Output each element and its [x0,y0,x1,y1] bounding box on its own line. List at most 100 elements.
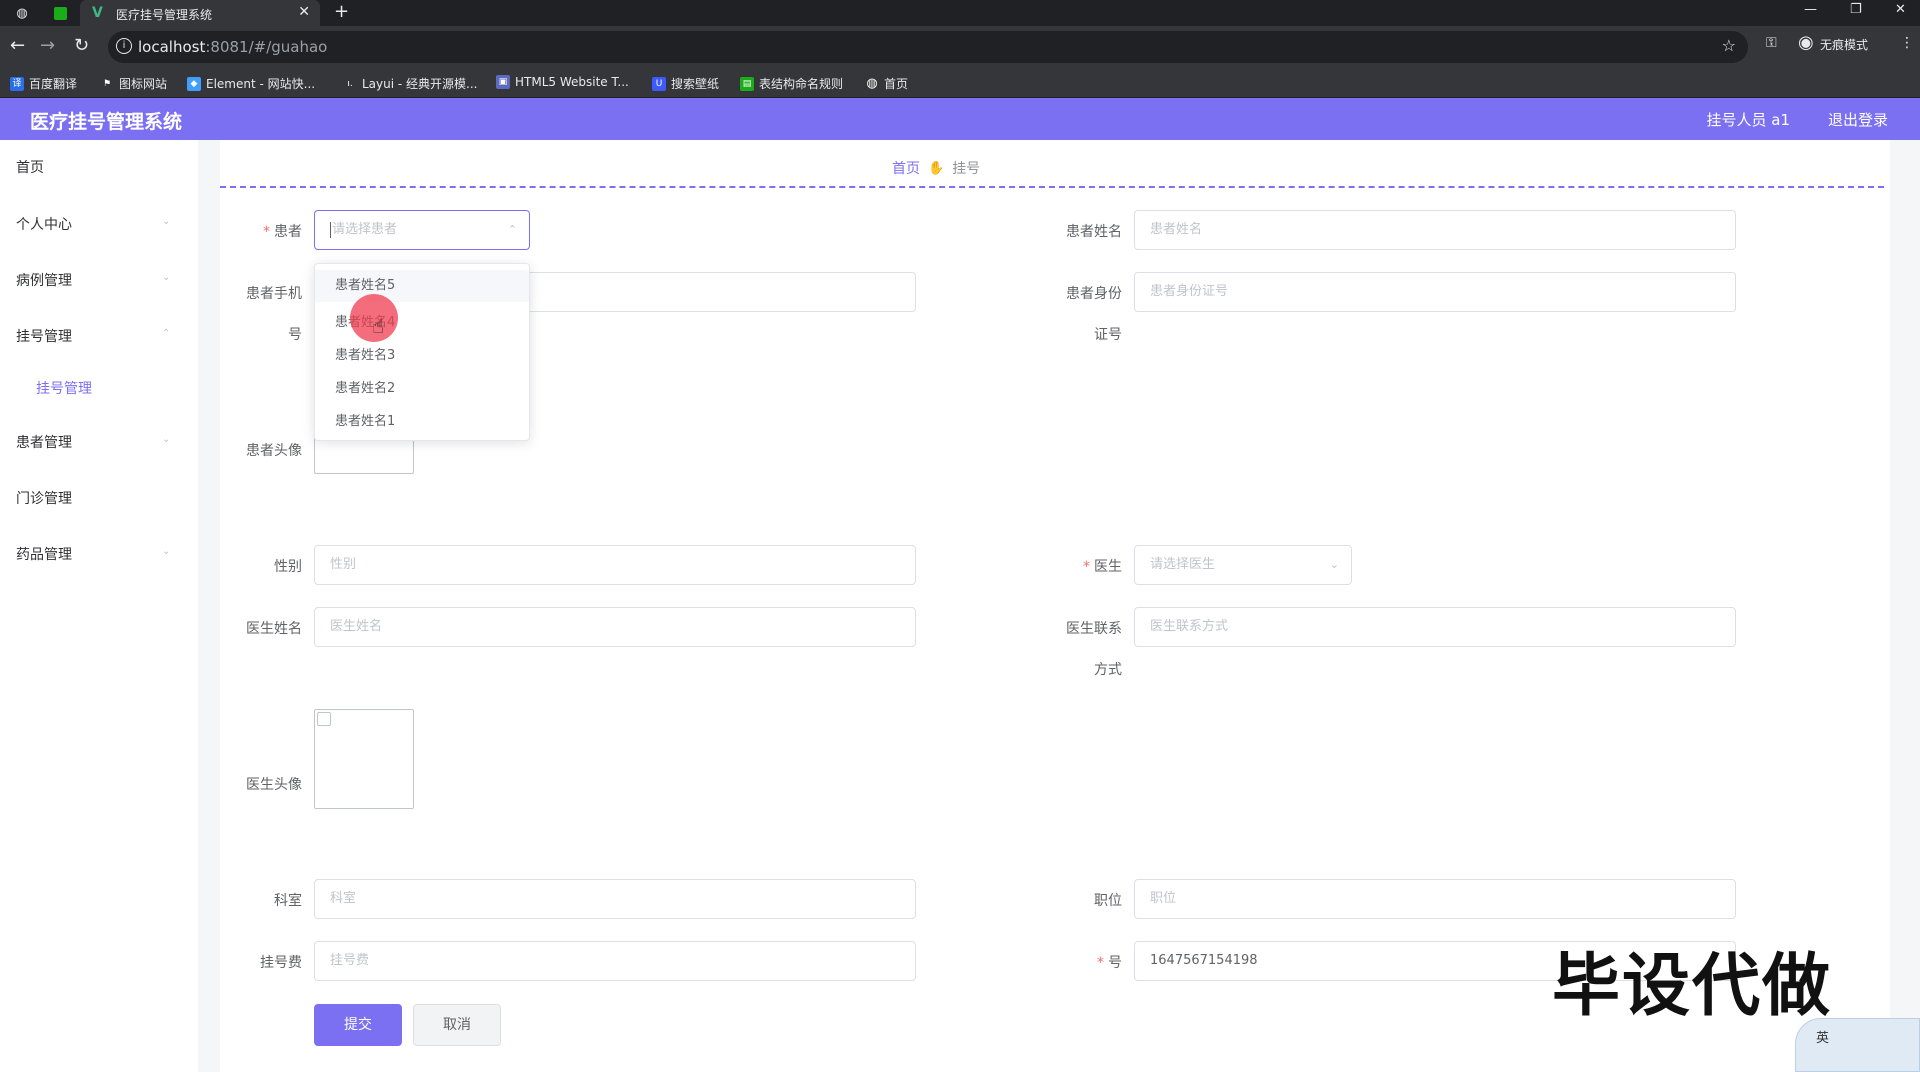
vue-icon: V [92,5,103,21]
sidebar: 首页 个人中心 ⌄ 病例管理 ⌄ 挂号管理 ⌃ 挂号管理 患者管理 ⌄ 门诊管理… [0,140,198,1072]
patient-name-input[interactable]: 患者姓名 [1134,210,1736,250]
bookmark-item[interactable]: ◆ Element - 网站快... [187,75,315,92]
doctor-contact-label-cont: 方式 [1094,662,1122,678]
position-input[interactable]: 职位 [1134,879,1736,919]
doctor-avatar-image[interactable] [314,709,414,809]
divider [220,186,1884,188]
dropdown-option[interactable]: 患者姓名3 [335,344,395,363]
app-title: 医疗挂号管理系统 [30,111,183,133]
sidebar-item-personal[interactable]: 个人中心 [16,214,72,234]
url-text: localhost:8081/#/guahao [138,38,328,56]
table-icon: ▤ [740,76,754,91]
broken-image-icon [317,712,331,726]
html5-icon: ▣ [496,75,510,89]
doctor-label: * 医生 [1083,559,1122,575]
forward-icon[interactable]: → [40,35,55,56]
element-icon: ◆ [187,76,201,91]
sidebar-item-home[interactable]: 首页 [16,157,44,177]
browser-tab-active[interactable]: V 医疗挂号管理系统 ✕ [80,0,320,26]
breadcrumb-current: 挂号 [952,161,981,177]
chevron-up-icon: ⌃ [162,328,171,339]
sidebar-item-cases[interactable]: 病例管理 [16,270,72,290]
patient-dropdown: 患者姓名5 患者姓名4 患者姓名3 患者姓名2 患者姓名1 [314,263,530,441]
bookmark-item[interactable]: U 搜索壁纸 [652,75,719,92]
wallpaper-icon: U [652,76,666,91]
incognito-label[interactable]: 无痕模式 [1820,36,1868,53]
info-icon[interactable]: i [116,38,132,54]
ime-mode-label: 英 [1816,1031,1830,1046]
patient-select[interactable]: 请选择患者 ⌃ [314,210,530,250]
doctor-name-input[interactable]: 医生姓名 [314,607,916,647]
sidebar-item-registration[interactable]: 挂号管理 [16,326,72,346]
restore-icon[interactable]: ❐ [1850,2,1862,17]
breadcrumb-home[interactable]: 首页 [892,158,920,178]
browser-globe-icon[interactable]: ◍ [12,3,32,23]
patient-id-input[interactable]: 患者身份证号 [1134,272,1736,312]
bookmark-item[interactable]: ı. Layui - 经典开源模... [343,75,477,92]
key-icon[interactable]: ⚿ [1766,35,1777,51]
chevron-down-icon: ⌄ [1329,558,1339,571]
tab-title: 医疗挂号管理系统 [116,8,213,22]
dropdown-option[interactable]: 患者姓名2 [335,377,395,396]
bookmarks-bar: 译百度翻译 ⚑ 图标网站 ◆ Element - 网站快... ı. Layui - … [0,68,1920,98]
fee-input[interactable]: 挂号费 [314,941,916,981]
dropdown-option[interactable]: 患者姓名1 [335,410,395,429]
chevron-down-icon: ⌄ [162,434,171,445]
more-menu-icon[interactable]: ⋮ [1900,35,1914,51]
bookmark-item[interactable]: ◍ 首页 [865,75,908,92]
patient-phone-label-cont: 号 [288,327,302,343]
bookmark-item[interactable]: 译百度翻译 [10,75,77,92]
patient-avatar-label: 患者头像 [246,443,302,459]
new-tab-icon[interactable]: + [334,1,349,22]
bookmark-item[interactable]: ⚑ 图标网站 [100,75,167,92]
fee-label: 挂号费 [260,955,302,971]
breadcrumb-separator-icon: ✋ [928,160,945,176]
dropdown-option[interactable]: 患者姓名5 [315,270,529,302]
patient-id-label: 患者身份 [1066,286,1122,302]
app-header: 医疗挂号管理系统 挂号人员 a1 退出登录 [0,98,1920,140]
gender-label: 性别 [274,559,302,575]
browser-tabstrip: ◍ V 医疗挂号管理系统 ✕ + — ❐ ✕ [0,0,1920,26]
chevron-down-icon: ⌄ [162,272,171,283]
breadcrumb: 首页 ✋ 挂号 [892,158,980,178]
bookmark-item[interactable]: ▤ 表结构命名规则 [740,75,843,92]
flag-icon: ⚑ [100,76,114,91]
sidebar-item-clinic[interactable]: 门诊管理 [16,488,72,508]
ime-widget[interactable]: 英 [1795,1018,1920,1072]
number-label: * 号 [1097,955,1122,971]
logout-link[interactable]: 退出登录 [1828,109,1888,130]
back-icon[interactable]: ← [10,35,25,56]
sidebar-item-patients[interactable]: 患者管理 [16,432,72,452]
dept-label: 科室 [274,893,302,909]
sidebar-item-medicine[interactable]: 药品管理 [16,544,72,564]
dept-input[interactable]: 科室 [314,879,916,919]
patient-name-label: 患者姓名 [1066,224,1122,240]
doctor-avatar-label: 医生头像 [246,777,302,793]
sidebar-subitem-registration[interactable]: 挂号管理 [36,378,92,398]
address-bar[interactable]: i localhost:8081/#/guahao ☆ [108,31,1748,63]
chevron-up-icon: ⌃ [507,223,517,236]
gender-input[interactable]: 性别 [314,545,916,585]
doctor-contact-label: 医生联系 [1066,621,1122,637]
submit-button[interactable]: 提交 [314,1004,402,1046]
browser-toolbar: ← → ↻ i localhost:8081/#/guahao ☆ ⚿ ◉ 无痕… [0,26,1920,68]
pinned-tab-icon[interactable] [50,3,70,23]
globe-icon: ◍ [865,75,879,91]
incognito-icon[interactable]: ◉ [1798,32,1814,53]
minimize-icon[interactable]: — [1804,2,1817,17]
layui-icon: ı. [343,76,357,91]
chevron-down-icon: ⌄ [162,546,171,557]
cancel-button[interactable]: 取消 [413,1004,501,1046]
hand-cursor-icon: ☝ [372,314,385,338]
bookmark-item[interactable]: ▣ HTML5 Website T... [496,75,629,89]
translate-icon: 译 [10,76,24,91]
close-tab-icon[interactable]: ✕ [298,4,310,20]
current-user: 挂号人员 a1 [1706,111,1790,129]
reload-icon[interactable]: ↻ [74,35,89,56]
bookmark-star-icon[interactable]: ☆ [1722,36,1736,55]
doctor-name-label: 医生姓名 [246,621,302,637]
close-window-icon[interactable]: ✕ [1895,2,1906,17]
position-label: 职位 [1094,893,1122,909]
doctor-select[interactable]: 请选择医生 ⌄ [1134,545,1352,585]
doctor-contact-input[interactable]: 医生联系方式 [1134,607,1736,647]
